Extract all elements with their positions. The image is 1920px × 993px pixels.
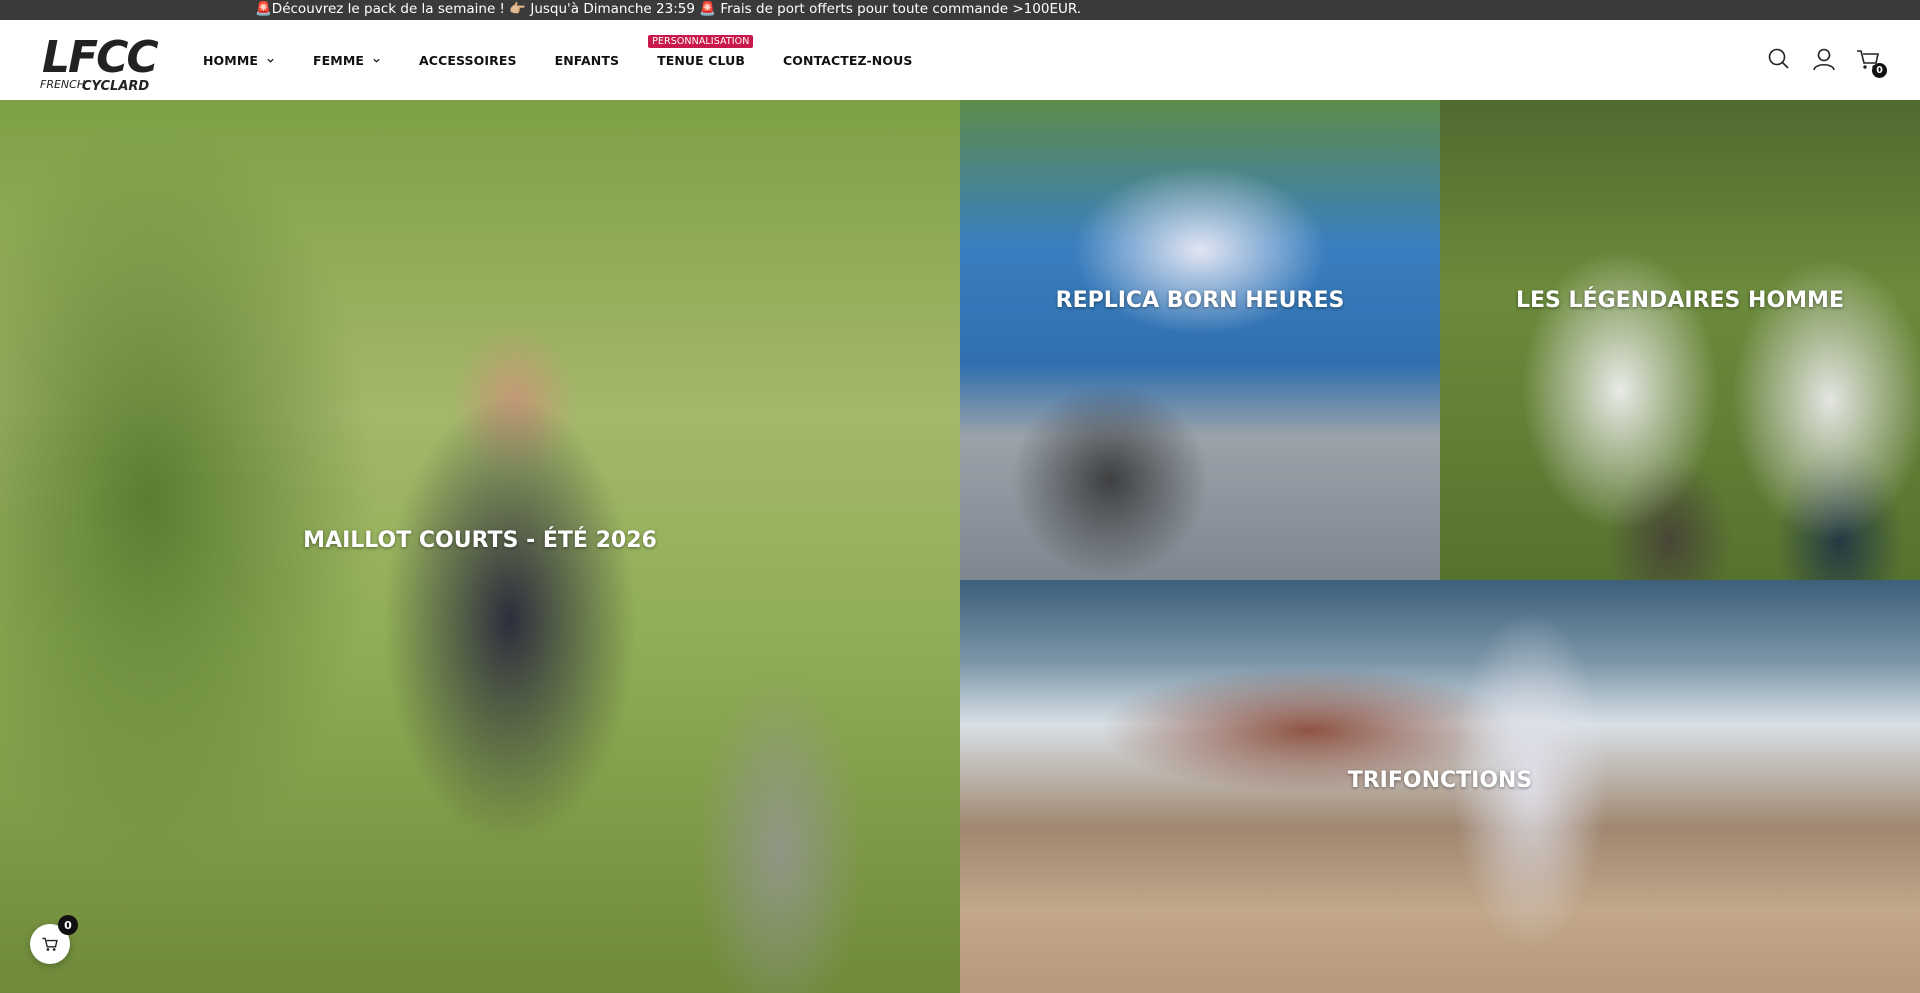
tile-label: TRIFONCTIONS (1347, 768, 1533, 793)
nav-item-femme[interactable]: FEMME (313, 53, 381, 68)
nav-item-contact[interactable]: CONTACTEZ-NOUS (783, 53, 912, 68)
search-icon[interactable] (1766, 46, 1792, 72)
personnalisation-badge: PERSONNALISATION (648, 34, 754, 48)
nav-item-enfants[interactable]: ENFANTS (555, 53, 619, 68)
user-icon[interactable] (1811, 46, 1837, 72)
site-logo[interactable]: LFCC FRENCH CYCLARD (38, 26, 160, 98)
nav-label: ACCESSOIRES (419, 52, 517, 68)
cart-icon[interactable]: 0 (1855, 46, 1887, 78)
tile-legendaires-homme[interactable]: LES LÉGENDAIRES HOMME (1440, 100, 1920, 580)
cart-icon (42, 937, 58, 951)
main-nav: HOMME FEMME ACCESSOIRES ENFANTS PERSONNA… (203, 20, 950, 100)
nav-label: CONTACTEZ-NOUS (783, 52, 913, 68)
tile-label: REPLICA BORN HEURES (1055, 288, 1345, 313)
svg-text:FRENCH: FRENCH (40, 78, 85, 91)
nav-label: FEMME (313, 52, 365, 68)
announcement-bar: 🚨Découvrez le pack de la semaine ! 👉🏼 Ju… (0, 0, 1920, 20)
announcement-text: 🚨Découvrez le pack de la semaine ! 👉🏼 Ju… (255, 1, 1082, 17)
nav-item-accessoires[interactable]: ACCESSOIRES (419, 53, 517, 68)
tile-label: LES LÉGENDAIRES HOMME (1516, 288, 1844, 313)
svg-text:CYCLARD: CYCLARD (82, 79, 149, 94)
tile-maillot-courts[interactable]: MAILLOT COURTS - ÉTÉ 2026 (0, 100, 960, 993)
site-header: LFCC FRENCH CYCLARD HOMME FEMME ACCESSOI… (0, 20, 1920, 100)
tile-trifonctions[interactable]: TRIFONCTIONS (960, 580, 1920, 993)
nav-label: HOMME (203, 52, 259, 68)
nav-label: TENUE CLUB (657, 52, 746, 68)
svg-text:LFCC: LFCC (42, 32, 158, 83)
floating-cart-count: 0 (58, 915, 78, 935)
chevron-down-icon (267, 58, 274, 63)
nav-item-homme[interactable]: HOMME (203, 53, 275, 68)
cart-count-badge: 0 (1872, 63, 1887, 78)
chevron-down-icon (373, 58, 380, 63)
nav-label: ENFANTS (554, 52, 620, 68)
tile-label: MAILLOT COURTS - ÉTÉ 2026 (303, 528, 657, 553)
tile-replica-born-heures[interactable]: REPLICA BORN HEURES (960, 100, 1440, 580)
nav-item-tenue-club[interactable]: PERSONNALISATION TENUE CLUB (648, 34, 754, 68)
